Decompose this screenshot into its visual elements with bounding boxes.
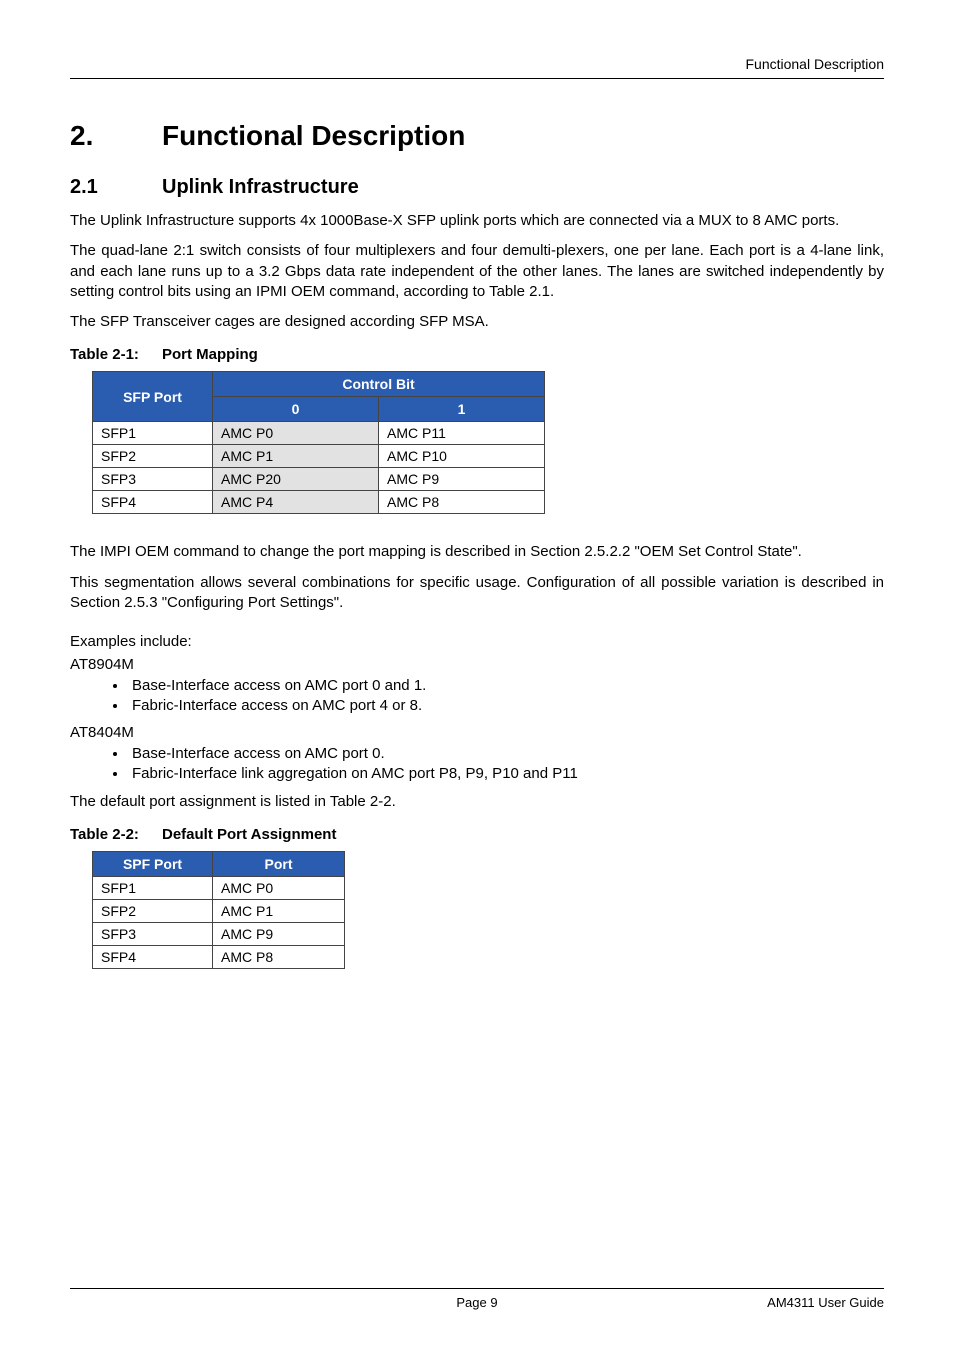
table-cell: SFP2 bbox=[93, 445, 213, 468]
body-paragraph: The default port assignment is listed in… bbox=[70, 792, 884, 812]
default-port-assignment-table: SPF Port Port SFP1 AMC P0 SFP2 AMC P1 SF… bbox=[92, 851, 345, 969]
section-number: 2.1 bbox=[70, 176, 162, 199]
footer-rule bbox=[70, 1288, 884, 1289]
body-paragraph: The SFP Transceiver cages are designed a… bbox=[70, 312, 884, 332]
chapter-heading: 2.Functional Description bbox=[70, 120, 884, 152]
table-cell: AMC P0 bbox=[213, 422, 379, 445]
chapter-title: Functional Description bbox=[162, 120, 465, 151]
table-title: Port Mapping bbox=[162, 346, 258, 363]
model-name: AT8904M bbox=[70, 656, 884, 673]
table-title: Default Port Assignment bbox=[162, 826, 336, 843]
table-cell: AMC P4 bbox=[213, 491, 379, 514]
bullet-list: Base-Interface access on AMC port 0. Fab… bbox=[70, 745, 884, 782]
table-header: SPF Port bbox=[93, 852, 213, 877]
table-cell: AMC P0 bbox=[213, 877, 345, 900]
table-cell: SFP1 bbox=[93, 877, 213, 900]
table-cell: AMC P10 bbox=[379, 445, 545, 468]
body-paragraph: This segmentation allows several combina… bbox=[70, 573, 884, 614]
table-caption: Table 2-1:Port Mapping bbox=[70, 346, 884, 363]
table-row: SFP1 AMC P0 AMC P11 bbox=[93, 422, 545, 445]
body-paragraph: The IMPI OEM command to change the port … bbox=[70, 542, 884, 562]
table-cell: SFP2 bbox=[93, 900, 213, 923]
table-cell: AMC P8 bbox=[379, 491, 545, 514]
page-footer: Page 9 AM4311 User Guide bbox=[70, 1288, 884, 1310]
footer-left bbox=[70, 1295, 341, 1310]
running-title: Functional Description bbox=[70, 56, 884, 72]
chapter-number: 2. bbox=[70, 120, 162, 152]
list-item: Base-Interface access on AMC port 0 and … bbox=[128, 677, 884, 694]
body-paragraph: The quad-lane 2:1 switch consists of fou… bbox=[70, 241, 884, 302]
table-row: SFP2 AMC P1 bbox=[93, 900, 345, 923]
body-paragraph: The Uplink Infrastructure supports 4x 10… bbox=[70, 211, 884, 231]
table-header: Control Bit bbox=[213, 372, 545, 397]
table-row: SFP2 AMC P1 AMC P10 bbox=[93, 445, 545, 468]
table-header: 1 bbox=[379, 397, 545, 422]
model-name: AT8404M bbox=[70, 724, 884, 741]
section-heading: 2.1Uplink Infrastructure bbox=[70, 176, 884, 199]
table-header: Port bbox=[213, 852, 345, 877]
table-row: SFP4 AMC P4 AMC P8 bbox=[93, 491, 545, 514]
table-cell: SFP1 bbox=[93, 422, 213, 445]
table-header: SFP Port bbox=[93, 372, 213, 422]
table-cell: SFP4 bbox=[93, 491, 213, 514]
examples-intro: Examples include: bbox=[70, 633, 884, 650]
header-rule bbox=[70, 78, 884, 79]
port-mapping-table: SFP Port Control Bit 0 1 SFP1 AMC P0 AMC… bbox=[92, 371, 545, 514]
table-cell: AMC P11 bbox=[379, 422, 545, 445]
table-cell: AMC P20 bbox=[213, 468, 379, 491]
table-cell: AMC P9 bbox=[379, 468, 545, 491]
list-item: Fabric-Interface link aggregation on AMC… bbox=[128, 765, 884, 782]
table-number: Table 2-1: bbox=[70, 346, 162, 363]
list-item: Base-Interface access on AMC port 0. bbox=[128, 745, 884, 762]
table-cell: AMC P1 bbox=[213, 445, 379, 468]
table-row: SFP1 AMC P0 bbox=[93, 877, 345, 900]
table-header: 0 bbox=[213, 397, 379, 422]
bullet-list: Base-Interface access on AMC port 0 and … bbox=[70, 677, 884, 714]
list-item: Fabric-Interface access on AMC port 4 or… bbox=[128, 697, 884, 714]
table-row: SFP4 AMC P8 bbox=[93, 946, 345, 969]
table-row: SFP3 AMC P9 bbox=[93, 923, 345, 946]
footer-doc-title: AM4311 User Guide bbox=[613, 1295, 884, 1310]
table-cell: SFP3 bbox=[93, 923, 213, 946]
table-cell: SFP4 bbox=[93, 946, 213, 969]
table-caption: Table 2-2:Default Port Assignment bbox=[70, 826, 884, 843]
table-cell: SFP3 bbox=[93, 468, 213, 491]
table-cell: AMC P8 bbox=[213, 946, 345, 969]
footer-page-number: Page 9 bbox=[341, 1295, 612, 1310]
table-number: Table 2-2: bbox=[70, 826, 162, 843]
table-row: SFP3 AMC P20 AMC P9 bbox=[93, 468, 545, 491]
table-cell: AMC P9 bbox=[213, 923, 345, 946]
table-cell: AMC P1 bbox=[213, 900, 345, 923]
page: Functional Description 2.Functional Desc… bbox=[0, 0, 954, 1350]
page-header: Functional Description bbox=[70, 56, 884, 90]
section-title: Uplink Infrastructure bbox=[162, 176, 359, 198]
